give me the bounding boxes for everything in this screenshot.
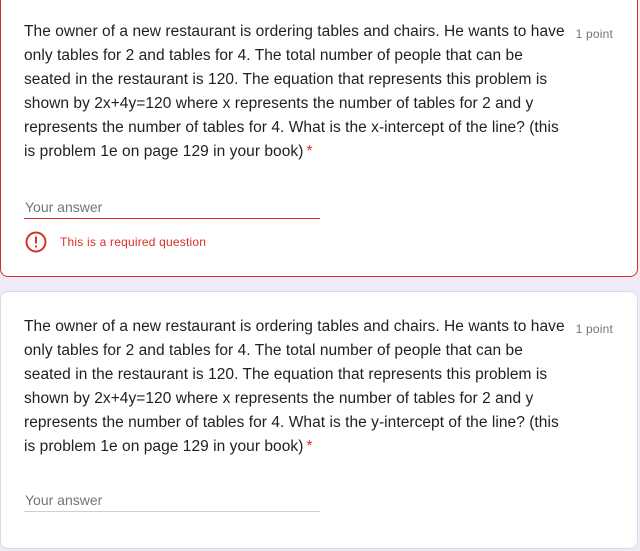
error-message: This is a required question	[60, 235, 207, 249]
points-label: 1 point	[575, 322, 613, 336]
answer-input[interactable]	[24, 196, 320, 219]
points-label: 1 point	[575, 27, 613, 41]
error-message-row: This is a required question	[25, 231, 206, 253]
required-asterisk: *	[306, 143, 313, 160]
question-text: The owner of a new restaurant is orderin…	[24, 318, 565, 455]
answer-input[interactable]	[24, 489, 320, 512]
question-card-2: The owner of a new restaurant is orderin…	[0, 291, 638, 549]
required-asterisk: *	[306, 438, 313, 455]
question-title: The owner of a new restaurant is orderin…	[24, 315, 574, 459]
question-card-1: The owner of a new restaurant is orderin…	[0, 0, 638, 277]
exclamation-circle-icon	[25, 231, 47, 253]
question-title: The owner of a new restaurant is orderin…	[24, 20, 574, 164]
question-text: The owner of a new restaurant is orderin…	[24, 23, 565, 160]
